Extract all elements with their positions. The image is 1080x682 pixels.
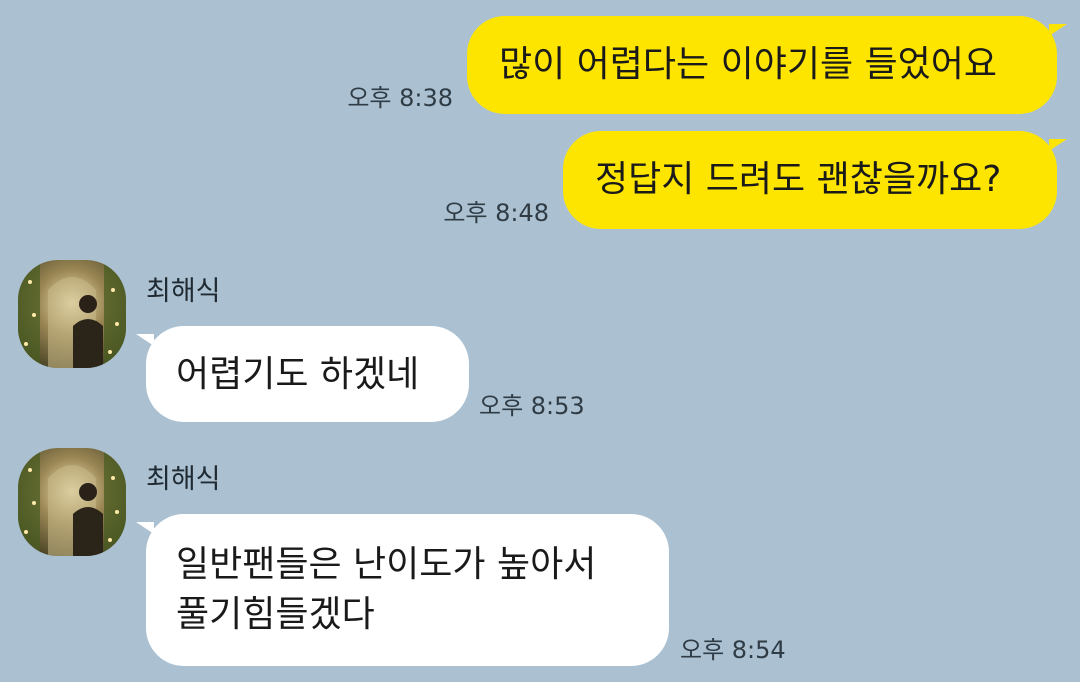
- incoming-message-bubble[interactable]: 일반팬들은 난이도가 높아서 풀기힘들겠다: [136, 514, 669, 666]
- incoming-message-bubble[interactable]: 어렵기도 하겠네: [136, 326, 469, 422]
- avatar-photo: [18, 260, 126, 368]
- sender-name: 최해식: [146, 464, 221, 495]
- message-timestamp: 오후 8:38: [347, 84, 453, 112]
- profile-photo-avatar[interactable]: [18, 448, 126, 556]
- message-timestamp: 오후 8:54: [680, 636, 786, 664]
- sender-name: 최해식: [146, 276, 221, 307]
- profile-photo-avatar[interactable]: [18, 260, 126, 368]
- message-text: 많이 어렵다는 이야기를 들었어요: [499, 44, 998, 85]
- message-text: 어렵기도 하겠네: [176, 354, 420, 395]
- message-text-line: 일반팬들은 난이도가 높아서: [176, 544, 597, 585]
- message-text: 정답지 드려도 괜찮을까요?: [595, 159, 1002, 200]
- message-timestamp: 오후 8:53: [479, 392, 585, 420]
- outgoing-message-bubble[interactable]: 정답지 드려도 괜찮을까요?: [563, 131, 1067, 229]
- message-timestamp: 오후 8:48: [443, 199, 549, 227]
- chat-message-area[interactable]: 오후 8:38 많이 어렵다는 이야기를 들었어요 오후 8:48 정답지 드려…: [0, 0, 1080, 682]
- outgoing-message-bubble[interactable]: 많이 어렵다는 이야기를 들었어요: [467, 16, 1067, 114]
- avatar-photo: [18, 448, 126, 556]
- message-text-line: 풀기힘들겠다: [176, 594, 375, 635]
